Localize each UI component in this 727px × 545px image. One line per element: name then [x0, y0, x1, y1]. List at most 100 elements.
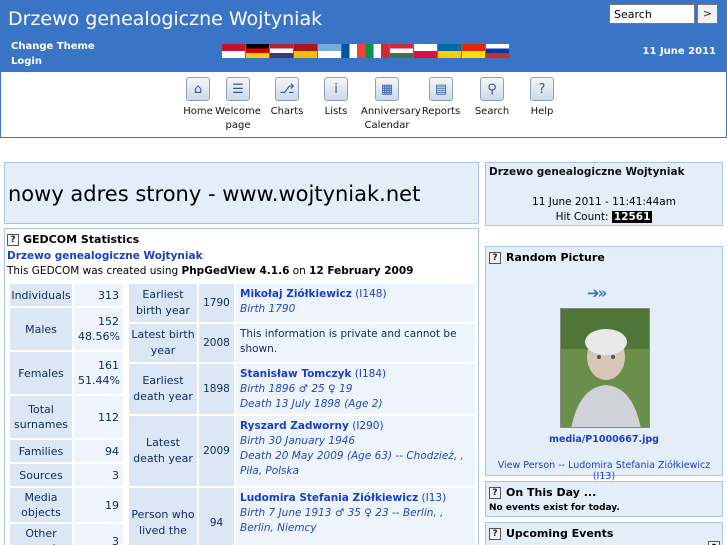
count-value: 3 [74, 464, 123, 486]
count-row: Sources 3 [10, 464, 123, 486]
charts-icon[interactable]: ⎇ [275, 77, 299, 101]
count-row: Females 161 51.44% [10, 352, 123, 394]
fact-year: 94 [199, 488, 234, 545]
menu-label: Welcome page [215, 106, 261, 131]
flag-french-icon[interactable] [342, 44, 365, 58]
menu-label: Help [530, 106, 554, 117]
menu-welcome-page[interactable]: ☰ Welcome page [212, 77, 264, 133]
help-icon[interactable]: ? [489, 252, 501, 264]
login-link[interactable]: Login [11, 54, 95, 69]
welcome-page-icon[interactable]: ☰ [226, 77, 250, 101]
photo-link[interactable]: media/P1000667.jpg [486, 434, 722, 445]
house-icon[interactable]: ⌂ [186, 77, 210, 101]
count-value: 3 [74, 524, 123, 545]
site-info-title: Drzewo genealogiczne Wojtyniak [489, 166, 685, 178]
fact-year: 1898 [199, 364, 234, 414]
headline-box: nowy adres strony - www.wojtyniak.net [4, 162, 479, 224]
count-row: Individuals 313 [10, 284, 123, 306]
person-link[interactable]: Ryszard Zadworny [240, 420, 349, 432]
view-person-link[interactable]: View Person -- Ludomira Stefania Ziółkie… [486, 460, 722, 482]
expand-arrow-icon[interactable]: ▾ [708, 541, 720, 545]
menu-lists[interactable]: i Lists [310, 77, 362, 119]
count-label: Media objects [10, 488, 72, 522]
person-link[interactable]: Stanisław Tomczyk [240, 368, 351, 380]
flag-danish-icon[interactable] [222, 44, 245, 58]
menu-search[interactable]: ⚲ Search [466, 77, 518, 119]
on-this-day-title: ? On This Day ... [489, 486, 596, 499]
on-this-day-text: No events exist for today. [489, 503, 620, 513]
event-line: Death 13 July 1898 (Age 2) [240, 398, 383, 410]
fact-row: Latest death year 2009 Ryszard Zadworny (I… [129, 416, 475, 486]
gedcom-created-info: This GEDCOM was created using PhpGedView… [7, 265, 414, 277]
menu-charts[interactable]: ⎇ Charts [261, 77, 313, 119]
lists-icon[interactable]: i [324, 77, 348, 101]
current-datetime: 11 June 2011 - 11:41:44am [532, 196, 676, 208]
flag-english-icon[interactable] [270, 44, 293, 58]
count-value: 94 [74, 440, 123, 462]
fact-detail: Ryszard Zadworny (I290) Birth 30 January … [236, 416, 475, 486]
flag-swedish-icon[interactable] [438, 44, 461, 58]
count-label: Families [10, 440, 72, 462]
flag-russian-icon[interactable] [486, 44, 509, 58]
headline: nowy adres strony - www.wojtyniak.net [8, 182, 421, 206]
fact-detail: This information is private and cannot b… [236, 324, 475, 362]
flag-german-icon[interactable] [246, 44, 269, 58]
upcoming-events-title: ? Upcoming Events [489, 527, 613, 540]
header-date: 11 June 2011 [642, 46, 716, 57]
event-line: Birth 30 January 1946 [240, 435, 356, 447]
random-picture-block: ? Random Picture ➔» media/P1000667.jpg Vi… [485, 246, 723, 482]
site-title: Drzewo genealogiczne Wojtyniak [8, 8, 323, 30]
flag-polish-icon[interactable] [414, 44, 437, 58]
menu-reports[interactable]: ▤ Reports [415, 77, 467, 119]
change-theme-link[interactable]: Change Theme [11, 39, 95, 54]
help-icon[interactable]: ? [7, 234, 19, 246]
fact-label: Earliest death year [129, 364, 197, 414]
menu-anniversary-calendar[interactable]: ▦ Anniversary Calendar [361, 77, 421, 133]
fact-row: Person who lived the 94 Ludomira Stefania … [129, 488, 475, 545]
count-label: Males [10, 308, 72, 350]
search-icon[interactable]: ⚲ [480, 77, 504, 101]
flag-chinese-icon[interactable] [462, 44, 485, 58]
count-label: Females [10, 352, 72, 394]
count-row: Families 94 [10, 440, 123, 462]
flag-spanish-icon[interactable] [294, 44, 317, 58]
on-this-day-block: ? On This Day ... No events exist for tod… [485, 481, 723, 517]
event-line: Birth 1790 [240, 303, 296, 315]
fact-detail: Ludomira Stefania Ziółkiewicz (I13) Birth… [236, 488, 475, 545]
search-go-button[interactable]: > [697, 4, 718, 24]
count-row: Total surnames 112 [10, 396, 123, 438]
person-link[interactable]: Mikołaj Ziółkiewicz [240, 288, 352, 300]
fact-detail: Stanisław Tomczyk (I184) Birth 1896 ♂ 25 … [236, 364, 475, 414]
upcoming-events-block: ?Upcoming Events ▾ [485, 522, 723, 545]
fact-year: 2009 [199, 416, 234, 486]
calendar-icon[interactable]: ▦ [375, 77, 399, 101]
menu-help[interactable]: ? Help [516, 77, 568, 119]
event-line: Birth 1896 ♂ 25 ♀ 19 [240, 383, 353, 395]
search-input[interactable] [609, 4, 695, 24]
random-photo[interactable] [560, 308, 650, 428]
event-line: Birth 7 June 1913 ♂ 35 ♀ 23 -- Berlin, ,… [240, 507, 444, 534]
gedcom-statistics-block: ? GEDCOM Statistics Drzewo genealogiczne … [4, 228, 479, 545]
menu-label: Charts [270, 106, 304, 117]
reports-icon[interactable]: ▤ [429, 77, 453, 101]
gedcom-name-link[interactable]: Drzewo genealogiczne Wojtyniak [7, 250, 203, 262]
menu-label: Reports [421, 106, 461, 117]
help-icon[interactable]: ? [530, 77, 554, 101]
next-picture-arrows-icon[interactable]: ➔» [587, 284, 607, 302]
site-header: Drzewo genealogiczne Wojtyniak > Change … [0, 0, 727, 72]
site-info-block: Drzewo genealogiczne Wojtyniak 11 June 2… [485, 162, 723, 226]
fact-row: Earliest death year 1898 Stanisław Tomczyk… [129, 364, 475, 414]
count-label: Total surnames [10, 396, 72, 438]
main-menu: ⌂ Home ☰ Welcome page ⎇ Charts i Lists ▦ Annivers… [0, 72, 727, 138]
fact-year: 2008 [199, 324, 234, 362]
random-picture-title: ? Random Picture [489, 251, 605, 264]
fact-label: Person who lived the [129, 488, 197, 545]
flag-hungarian-icon[interactable] [390, 44, 413, 58]
person-link[interactable]: Ludomira Stefania Ziółkiewicz [240, 492, 418, 504]
flag-italian-icon[interactable] [366, 44, 389, 58]
help-icon[interactable]: ? [489, 487, 501, 499]
count-row: Males 152 48.56% [10, 308, 123, 350]
flag-argentinian-icon[interactable] [318, 44, 341, 58]
help-icon[interactable]: ? [489, 528, 501, 540]
fact-label: Latest death year [129, 416, 197, 486]
